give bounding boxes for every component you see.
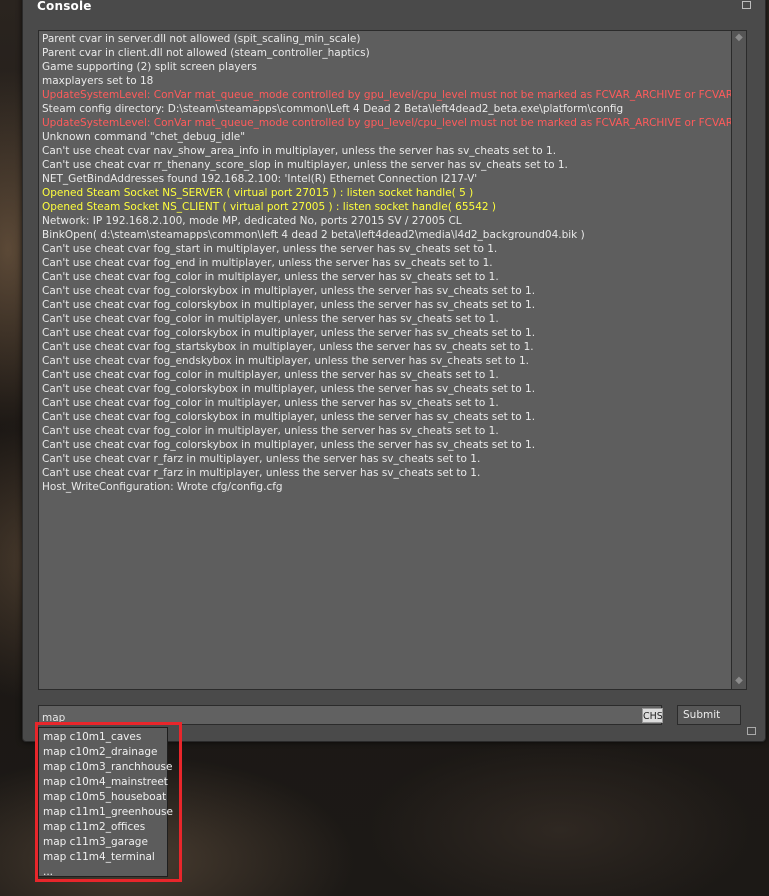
console-output: Parent cvar in server.dll not allowed (s… [38,30,732,690]
log-line: UpdateSystemLevel: ConVar mat_queue_mode… [42,89,732,101]
suggestion-item[interactable]: map c11m4_terminal [39,850,167,865]
log-line: Host_WriteConfiguration: Wrote cfg/confi… [42,481,283,493]
suggestion-item[interactable]: ... [39,865,167,880]
log-line: maxplayers set to 18 [42,75,154,87]
log-line: Parent cvar in server.dll not allowed (s… [42,33,361,45]
log-line: Can't use cheat cvar fog_start in multip… [42,243,498,255]
scroll-up-arrow-icon[interactable]: ◆ [734,33,744,43]
log-line: Can't use cheat cvar fog_startskybox in … [42,341,534,353]
log-line: Opened Steam Socket NS_CLIENT ( virtual … [42,201,496,213]
log-line: Can't use cheat cvar fog_color in multip… [42,397,499,409]
log-line: Can't use cheat cvar fog_colorskybox in … [42,285,536,297]
console-window: Console Parent cvar in server.dll not al… [22,0,766,742]
ime-indicator: CHS [642,708,663,723]
log-line: Can't use cheat cvar fog_colorskybox in … [42,383,536,395]
suggestion-item[interactable]: map c10m2_drainage [39,745,167,760]
log-line: Can't use cheat cvar fog_colorskybox in … [42,299,536,311]
suggestion-item[interactable]: map c10m3_ranchhouse [39,760,172,775]
log-line: Game supporting (2) split screen players [42,61,257,73]
log-line: Unknown command "chet_debug_idle" [42,131,246,143]
log-line: Can't use cheat cvar r_farz in multiplay… [42,467,481,479]
log-line: Can't use cheat cvar fog_color in multip… [42,313,499,325]
log-line: Can't use cheat cvar fog_colorskybox in … [42,439,536,451]
maximize-icon[interactable] [742,1,751,9]
log-line: BinkOpen( d:\steam\steamapps\common\left… [42,229,585,241]
suggestion-item[interactable]: map c11m2_offices [39,820,167,835]
log-line: Can't use cheat cvar fog_colorskybox in … [42,327,536,339]
title-bar[interactable]: Console [23,0,765,17]
suggestion-item[interactable]: map c11m3_garage [39,835,167,850]
console-scrollbar[interactable]: ◆ ◆ [732,30,747,690]
resize-grip-icon[interactable] [747,727,756,735]
log-line: Can't use cheat cvar fog_color in multip… [42,369,499,381]
log-line: Steam config directory: D:\steam\steamap… [42,103,624,115]
log-line: Network: IP 192.168.2.100, mode MP, dedi… [42,215,462,227]
log-line: Can't use cheat cvar rr_thenany_score_sl… [42,159,568,171]
window-title: Console [37,0,92,13]
log-line: Can't use cheat cvar r_farz in multiplay… [42,453,481,465]
suggestion-item[interactable]: map c10m4_mainstreet [39,775,168,790]
log-line: Parent cvar in client.dll not allowed (s… [42,47,370,59]
suggestion-item[interactable]: map c10m5_houseboat [39,790,167,805]
log-line: Opened Steam Socket NS_SERVER ( virtual … [42,187,474,199]
log-line: Can't use cheat cvar fog_endskybox in mu… [42,355,529,367]
log-line: Can't use cheat cvar fog_color in multip… [42,425,499,437]
log-line: UpdateSystemLevel: ConVar mat_queue_mode… [42,117,732,129]
autocomplete-dropdown: map c10m1_caves map c10m2_drainage map c10… [38,727,173,880]
scroll-down-arrow-icon[interactable]: ◆ [734,676,744,686]
log-line: Can't use cheat cvar nav_show_area_info … [42,145,557,157]
suggestion-item[interactable]: map c11m1_greenhouse [39,805,173,820]
suggestion-item[interactable]: map c10m1_caves [39,730,167,745]
log-line: Can't use cheat cvar fog_color in multip… [42,271,499,283]
log-line: NET_GetBindAddresses found 192.168.2.100… [42,173,478,185]
submit-button[interactable]: Submit [677,705,741,725]
log-line: Can't use cheat cvar fog_end in multipla… [42,257,493,269]
command-input[interactable] [38,705,662,725]
log-line: Can't use cheat cvar fog_colorskybox in … [42,411,536,423]
